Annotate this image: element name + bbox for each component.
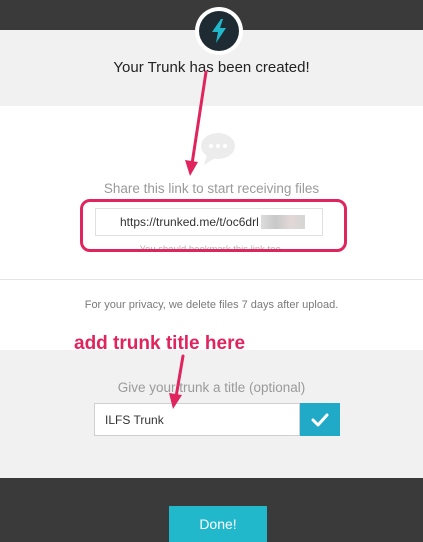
privacy-note: For your privacy, we delete files 7 days… xyxy=(84,299,339,311)
trunk-title-input[interactable] xyxy=(94,403,300,436)
section-divider xyxy=(0,279,423,280)
confirm-title-button[interactable] xyxy=(300,403,340,436)
checkmark-icon xyxy=(311,413,329,426)
annotation-label: add trunk title here xyxy=(74,333,246,354)
share-link-label: Share this link to start receiving files xyxy=(103,181,320,196)
title-prompt-label: Give your trunk a title (optional) xyxy=(117,380,306,395)
lightning-bolt-icon xyxy=(199,11,239,51)
done-button[interactable]: Done! xyxy=(169,506,267,542)
logo xyxy=(195,7,243,55)
link-highlight-annotation xyxy=(80,199,347,252)
modal-title: Your Trunk has been created! xyxy=(113,59,310,76)
chat-bubble-icon xyxy=(201,133,235,165)
